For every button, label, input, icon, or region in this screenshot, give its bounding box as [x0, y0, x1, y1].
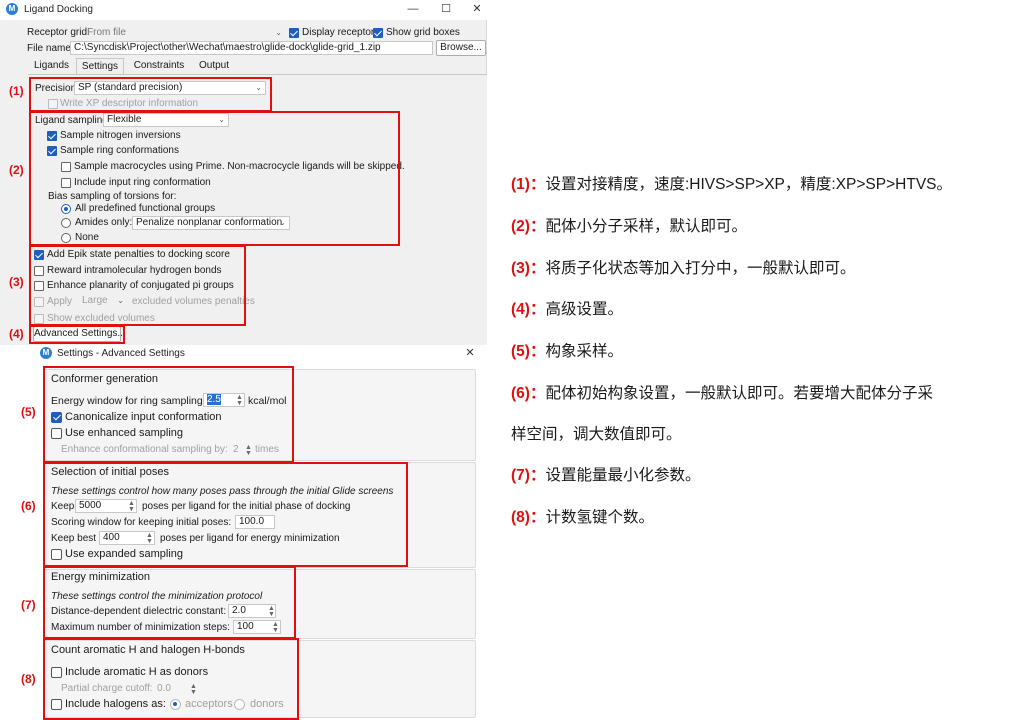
marker-6: (6) — [21, 499, 36, 513]
note-text: 配体小分子采样，默认即可。 — [545, 218, 747, 235]
maestro-app-icon: M — [40, 347, 52, 359]
annotation-box-4 — [29, 325, 125, 344]
annotation-box-2 — [29, 111, 400, 246]
annotation-box-6 — [43, 462, 408, 567]
marker-5: (5) — [21, 405, 36, 419]
marker-4: (4) — [9, 327, 24, 341]
note-3: (3)：将质子化状态等加入打分中，一般默认即可。 — [511, 256, 855, 278]
note-2: (2)：配体小分子采样，默认即可。 — [511, 214, 747, 236]
note-key: (7)： — [511, 467, 546, 484]
tab-ligands[interactable]: Ligands — [30, 58, 73, 74]
note-key: (6)： — [511, 385, 546, 402]
close-icon[interactable]: ✕ — [462, 0, 492, 18]
note-text: 高级设置。 — [545, 301, 623, 318]
maximize-icon[interactable]: ☐ — [431, 0, 461, 18]
note-text: 设置能量最小化参数。 — [545, 467, 701, 484]
marker-7: (7) — [21, 598, 36, 612]
display-receptor-label: Display receptor — [302, 27, 375, 38]
file-name-label: File name: — [27, 43, 74, 54]
file-name-field[interactable]: C:\Syncdisk\Project\other\Wechat\maestro… — [70, 41, 433, 55]
annotation-box-1 — [29, 77, 272, 112]
marker-3: (3) — [9, 275, 24, 289]
note-text: 构象采样。 — [545, 343, 623, 360]
tab-settings[interactable]: Settings — [76, 58, 124, 74]
chevron-down-icon: ⌄ — [275, 28, 282, 37]
note-key: (3)： — [511, 260, 546, 277]
browse-button[interactable]: Browse... — [436, 40, 486, 56]
marker-8: (8) — [21, 672, 36, 686]
note-text: 将质子化状态等加入打分中，一般默认即可。 — [545, 260, 856, 277]
note-text: 样空间，调大数值即可。 — [511, 426, 682, 443]
marker-2: (2) — [9, 163, 24, 177]
annotation-box-5 — [43, 366, 294, 463]
note-key: (1)： — [511, 176, 546, 193]
receptor-grid-label: Receptor grid: — [27, 27, 90, 38]
note-6-continued: 样空间，调大数值即可。 — [511, 422, 682, 444]
show-grid-boxes-checkbox[interactable] — [373, 28, 383, 38]
note-key: (5)： — [511, 343, 546, 360]
marker-1: (1) — [9, 84, 24, 98]
receptor-grid-select[interactable]: From file ⌄ — [83, 26, 286, 40]
note-text: 设置对接精度，速度:HIVS>SP>XP，精度:XP>SP>HTVS。 — [545, 176, 952, 193]
annotation-box-3 — [29, 245, 246, 326]
note-text: 计数氢键个数。 — [545, 509, 654, 526]
note-key: (4)： — [511, 301, 546, 318]
note-6: (6)：配体初始构象设置，一般默认即可。若要增大配体分子采 — [511, 381, 933, 403]
window-title: Ligand Docking — [24, 4, 93, 15]
receptor-grid-value: From file — [87, 27, 126, 38]
note-key: (2)： — [511, 218, 546, 235]
tab-constraints[interactable]: Constraints — [129, 58, 189, 74]
annotation-box-7 — [43, 566, 296, 639]
note-text: 配体初始构象设置，一般默认即可。若要增大配体分子采 — [545, 385, 933, 402]
tab-output[interactable]: Output — [192, 58, 236, 74]
show-grid-boxes-label: Show grid boxes — [386, 27, 460, 38]
maestro-app-icon: M — [6, 3, 18, 15]
minimize-icon[interactable]: — — [398, 0, 428, 18]
close-icon[interactable]: ✕ — [455, 344, 485, 362]
display-receptor-checkbox[interactable] — [289, 28, 299, 38]
note-key: (8)： — [511, 509, 546, 526]
title-bar: M Ligand Docking — ☐ ✕ — [0, 0, 487, 20]
advanced-window-title: Settings - Advanced Settings — [57, 348, 185, 359]
note-7: (7)：设置能量最小化参数。 — [511, 463, 700, 485]
note-1: (1)：设置对接精度，速度:HIVS>SP>XP，精度:XP>SP>HTVS。 — [511, 172, 952, 194]
note-5: (5)：构象采样。 — [511, 339, 623, 361]
note-4: (4)：高级设置。 — [511, 297, 623, 319]
annotation-box-8 — [43, 638, 299, 720]
note-8: (8)：计数氢键个数。 — [511, 505, 654, 527]
